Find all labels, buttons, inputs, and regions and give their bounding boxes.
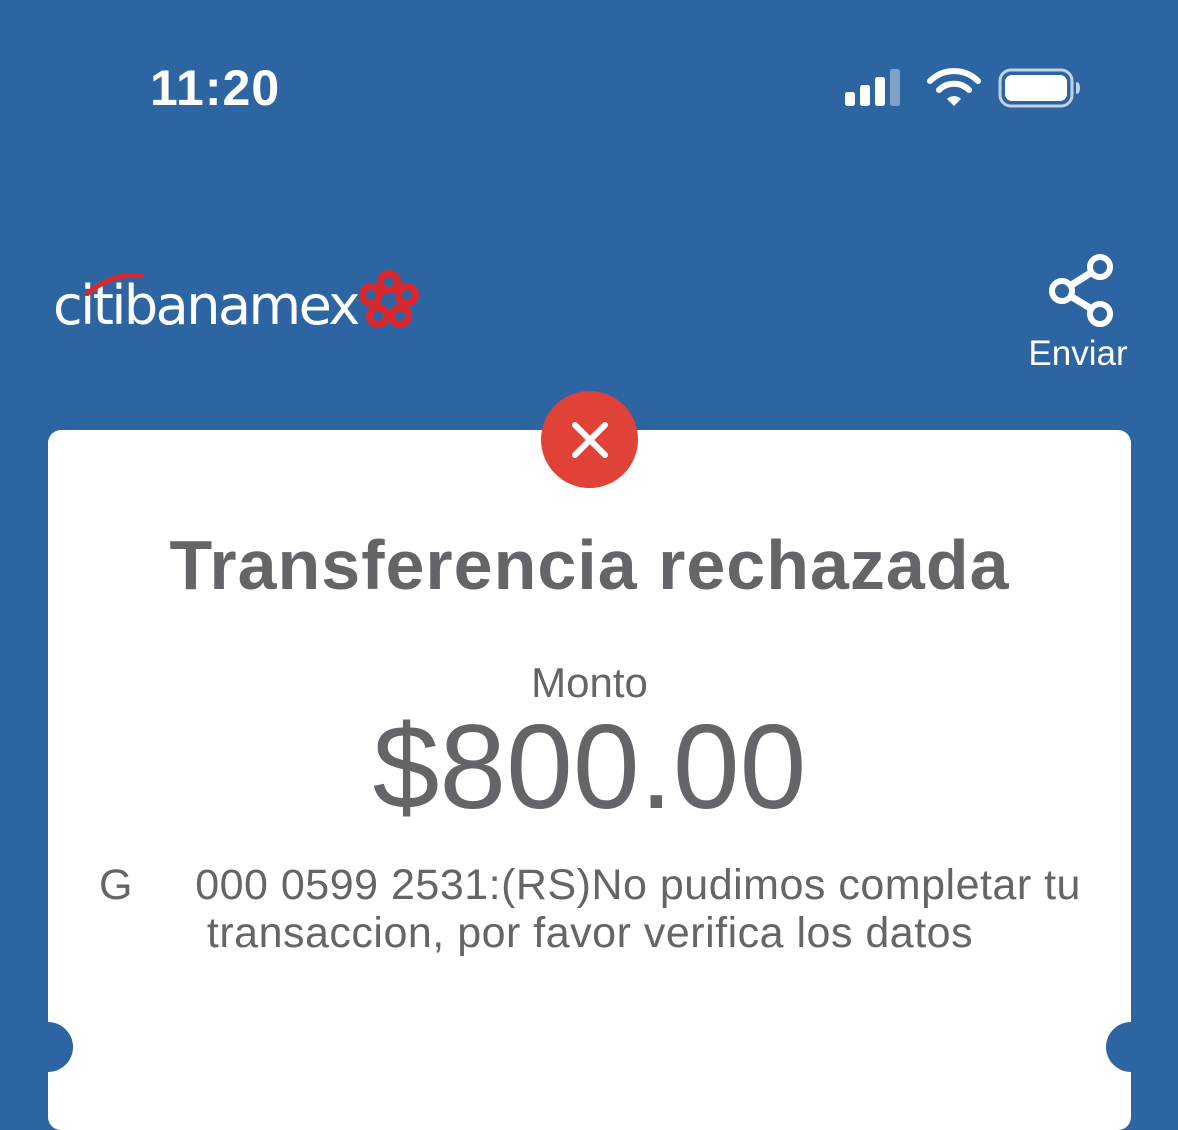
logo-wordmark: citibanamex: [53, 272, 360, 338]
banamex-flower-logo: [358, 270, 419, 328]
share-label: Enviar: [1028, 334, 1128, 373]
citi-arc-icon: [84, 272, 144, 296]
error-status-badge: [541, 391, 638, 488]
transfer-status-title: Transferencia rechazada: [169, 526, 1010, 604]
citibanamex-logo: citibanamex: [53, 258, 422, 338]
card-notch-left: [23, 1022, 73, 1072]
share-icon: [1049, 254, 1113, 327]
amount-value: $800.00: [372, 700, 807, 834]
battery-icon: [998, 68, 1080, 108]
status-bar-time: 11:20: [150, 60, 281, 116]
card-notch-right: [1106, 1022, 1156, 1072]
wifi-icon: [927, 68, 981, 106]
cellular-signal-icon: [845, 69, 900, 106]
share-button[interactable]: Enviar: [1022, 252, 1134, 377]
close-x-icon: [571, 421, 608, 458]
error-message: G 000 0599 2531:(RS)No pudimos completar…: [99, 861, 1094, 957]
